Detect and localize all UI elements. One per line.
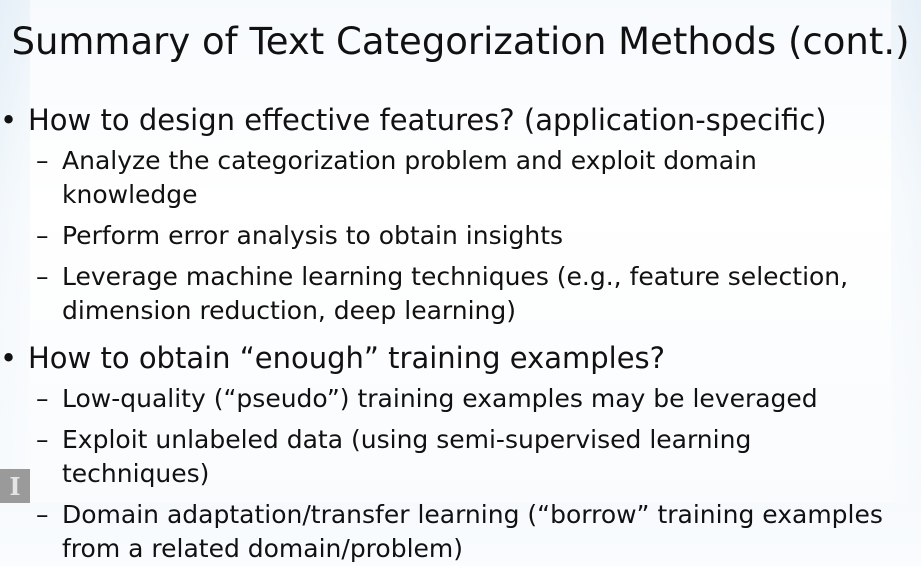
dash-marker: – [36, 500, 49, 529]
subitem-pseudo-examples: – Low-quality (“pseudo”) training example… [0, 382, 892, 416]
subitem-text: Exploit unlabeled data (using semi-super… [62, 425, 752, 488]
subitem-text: Domain adaptation/transfer learning (“bo… [62, 500, 883, 563]
dash-marker: – [36, 262, 49, 291]
dash-marker: – [36, 221, 49, 250]
slide-content: • How to design effective features? (app… [0, 98, 921, 566]
subitem-analyze-problem: – Analyze the categorization problem and … [0, 144, 892, 212]
subitem-text: Analyze the categorization problem and e… [62, 146, 757, 209]
dash-marker: – [36, 146, 49, 175]
slide-title: Summary of Text Categorization Methods (… [11, 20, 910, 63]
university-logo: I [0, 469, 30, 503]
bullet-marker: • [0, 103, 18, 137]
bullet-training-examples: • How to obtain “enough” training exampl… [0, 336, 921, 380]
bullet-design-features: • How to design effective features? (app… [0, 98, 921, 142]
subitem-domain-adaptation: – Domain adaptation/transfer learning (“b… [0, 498, 892, 566]
subitem-error-analysis: – Perform error analysis to obtain insigh… [0, 219, 892, 253]
subitem-text: Leverage machine learning techniques (e.… [62, 262, 849, 325]
dash-marker: – [36, 384, 49, 413]
subitem-ml-techniques: – Leverage machine learning techniques (e… [0, 260, 892, 328]
bullet-text: How to obtain “enough” training examples… [28, 341, 666, 375]
subitem-text: Low-quality (“pseudo”) training examples… [62, 384, 818, 413]
subitem-unlabeled-data: – Exploit unlabeled data (using semi-supe… [0, 423, 892, 491]
dash-marker: – [36, 425, 49, 454]
bullet-text: How to design effective features? (appli… [28, 103, 827, 137]
bullet-marker: • [0, 341, 18, 375]
subitem-text: Perform error analysis to obtain insight… [62, 221, 564, 250]
